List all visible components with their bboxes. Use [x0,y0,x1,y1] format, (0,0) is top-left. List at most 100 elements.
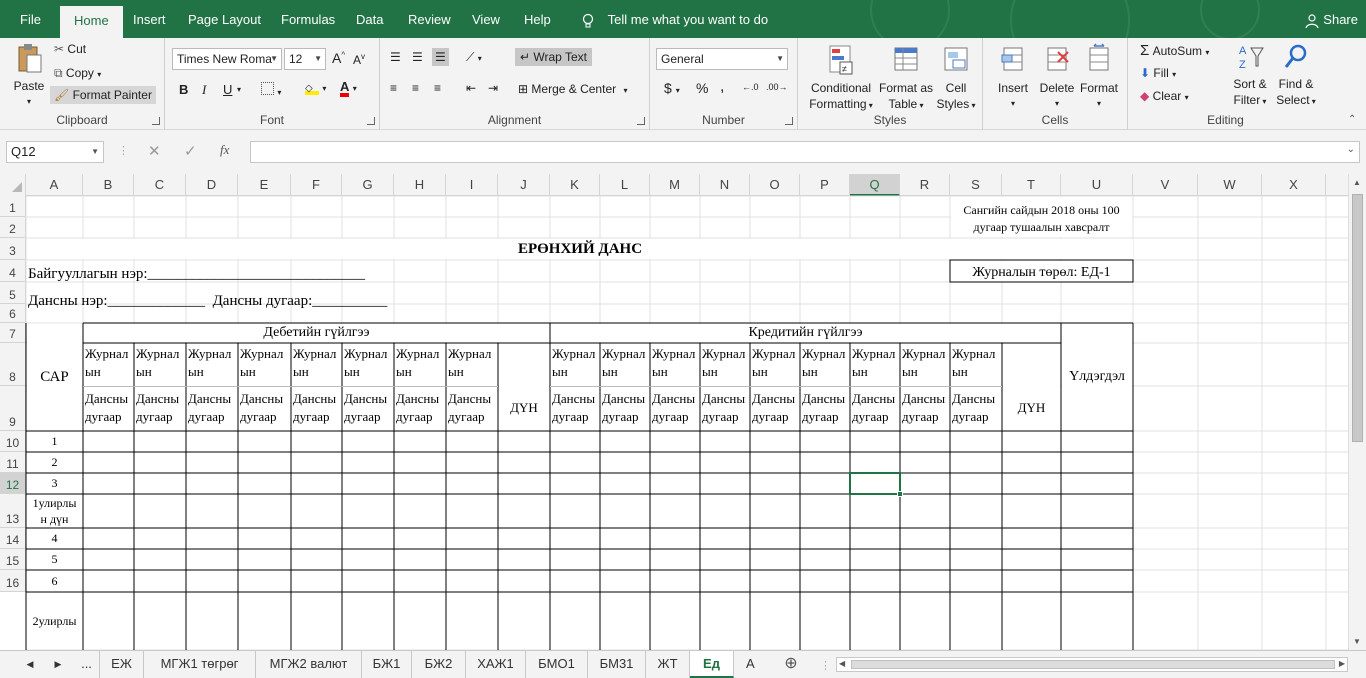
align-bottom-icon[interactable]: ☰ [432,48,449,66]
sheet-tab-active[interactable]: Ед [690,651,734,678]
increase-indent-icon[interactable]: ⇥ [488,81,498,95]
cut-button[interactable]: ✂ Cut [54,42,86,56]
name-box[interactable]: Q12 ▼ [6,141,104,163]
font-size-combo[interactable]: 12 ▼ [284,48,326,70]
sheet-tab[interactable]: МГЖ2 валют [256,651,362,678]
increase-decimal-icon[interactable]: ←.0 [742,82,759,92]
fill-color-button[interactable]: ◇ ▾ [305,80,326,95]
clear-button[interactable]: ◆ Clear ▾ [1140,89,1189,103]
number-format-combo[interactable]: General ▼ [656,48,788,70]
find-select-button[interactable]: Find & Select ▾ [1274,42,1318,110]
paste-button[interactable]: Paste ▾ [8,42,50,110]
horizontal-scrollbar[interactable]: ◀ ▶ [836,657,1348,672]
sheet-tab[interactable]: БМ31 [588,651,646,678]
scroll-right-icon[interactable]: ▶ [1339,659,1345,668]
tab-view[interactable]: View [464,0,508,38]
account-number-subheader: Дансны дугаар ......... [952,391,996,431]
share-button[interactable]: Share [1304,0,1358,38]
tab-splitter-icon[interactable]: ⋮ [820,659,831,672]
formula-bar: Q12 ▼ ⋮ ✕ ✓ fx ⌄ [0,130,1366,174]
insert-cells-button[interactable]: Insert ▾ [991,42,1035,112]
wrap-text-button[interactable]: ↵ Wrap Text [515,48,592,66]
align-top-icon[interactable]: ☰ [390,50,401,64]
tab-home[interactable]: Home [60,6,123,38]
format-cells-button[interactable]: Format ▾ [1077,42,1121,112]
sheet-tab[interactable]: МГЖ1 төгрөг [144,651,256,678]
delete-cells-button[interactable]: Delete ▾ [1035,42,1079,112]
sheet-tab[interactable]: БЖ1 [362,651,412,678]
italic-button[interactable]: I [202,82,206,98]
conditional-formatting-button[interactable]: ≠ Conditional Formatting ▾ [806,42,876,114]
active-cell-selection[interactable] [849,472,903,497]
font-name-combo[interactable]: Times New Roma ▼ [172,48,282,70]
borders-button[interactable]: ▾ [261,82,281,98]
vertical-scrollbar[interactable]: ▲ ▼ [1348,174,1366,650]
formula-input[interactable]: ⌄ [250,141,1360,163]
comma-button[interactable]: , [720,78,724,96]
bold-button[interactable]: B [179,82,188,97]
cell-styles-button[interactable]: Cell Styles ▾ [934,42,978,114]
fill-button[interactable]: ⬇ Fill ▾ [1140,66,1176,80]
orientation-button[interactable]: ⟋ ▾ [466,50,482,65]
scroll-down-icon[interactable]: ▼ [1353,637,1361,646]
sheet-tab[interactable]: ЕЖ [100,651,144,678]
paste-dropdown-icon: ▾ [26,97,31,106]
merge-center-button[interactable]: ⊞ Merge & Center ▾ [518,82,627,96]
horizontal-scroll-thumb[interactable] [851,660,1335,669]
ribbon: Paste ▾ ✂ Cut ⧉ Copy ▾ 🖌 Format Painter … [0,38,1366,130]
next-sheet-icon[interactable]: ▶ [48,651,68,678]
fill-down-icon: ⬇ [1140,66,1151,80]
tab-review[interactable]: Review [400,0,459,38]
sort-filter-button[interactable]: AZ Sort & Filter ▾ [1228,42,1272,110]
font-launcher-icon[interactable] [367,117,375,125]
prev-sheet-icon[interactable]: ◀ [20,651,40,678]
insert-function-button[interactable]: fx [220,142,229,158]
confirm-entry-icon[interactable]: ✓ [184,142,197,160]
percent-button[interactable]: % [696,80,708,96]
vertical-scroll-thumb[interactable] [1352,194,1363,442]
number-launcher-icon[interactable] [785,117,793,125]
autosum-button[interactable]: Σ AutoSum ▾ [1140,42,1209,59]
fill-handle[interactable] [897,491,903,497]
cancel-entry-icon[interactable]: ✕ [148,142,161,160]
tab-formulas[interactable]: Formulas [273,0,343,38]
copy-button[interactable]: ⧉ Copy ▾ [54,66,101,81]
sheet-tab[interactable]: ХАЖ1 [466,651,526,678]
shrink-font-button[interactable]: Av [353,52,365,67]
tab-page-layout[interactable]: Page Layout [180,0,269,38]
scissors-icon: ✂ [54,42,65,56]
align-left-icon[interactable]: ≡ [390,81,397,95]
align-right-icon[interactable]: ≡ [434,81,441,95]
tab-insert[interactable]: Insert [125,0,174,38]
lightbulb-icon [582,13,594,28]
font-color-button[interactable]: A ▾ [340,80,357,97]
sheet-tab[interactable]: БМО1 [526,651,588,678]
tab-file[interactable]: File [12,0,49,38]
format-as-table-button[interactable]: Format as Table ▾ [878,42,934,114]
sheet-tab-more[interactable]: ... [74,651,100,678]
align-center-icon[interactable]: ≡ [412,81,419,95]
format-painter-button[interactable]: 🖌 Format Painter [50,86,156,104]
scroll-left-icon[interactable]: ◀ [839,659,845,668]
sheet-tab[interactable]: А [734,651,770,678]
sheet-tab[interactable]: ЖТ [646,651,690,678]
scroll-up-icon[interactable]: ▲ [1353,178,1361,187]
underline-button[interactable]: U [223,82,232,97]
tell-me-search[interactable]: Tell me what you want to do [572,0,776,38]
tab-data[interactable]: Data [348,0,391,38]
decrease-indent-icon[interactable]: ⇤ [466,81,476,95]
expand-formula-icon[interactable]: ⌄ [1347,144,1355,155]
sheet-tab[interactable]: БЖ2 [412,651,466,678]
format-cells-icon [1089,43,1109,71]
alignment-launcher-icon[interactable] [637,117,645,125]
decrease-decimal-icon[interactable]: .00→ [766,82,788,92]
collapse-ribbon-icon[interactable]: ⌃ [1348,114,1356,125]
currency-button[interactable]: $ ▾ [664,80,680,96]
clipboard-launcher-icon[interactable] [152,117,160,125]
account-number-subheader: Дансны дугаар ......... [602,391,646,431]
grow-font-button[interactable]: A^ [332,50,345,66]
chevron-down-icon[interactable]: ▾ [237,85,241,94]
align-middle-icon[interactable]: ☰ [412,50,423,64]
tab-help[interactable]: Help [516,0,559,38]
add-sheet-icon[interactable]: ⊕ [776,651,806,678]
